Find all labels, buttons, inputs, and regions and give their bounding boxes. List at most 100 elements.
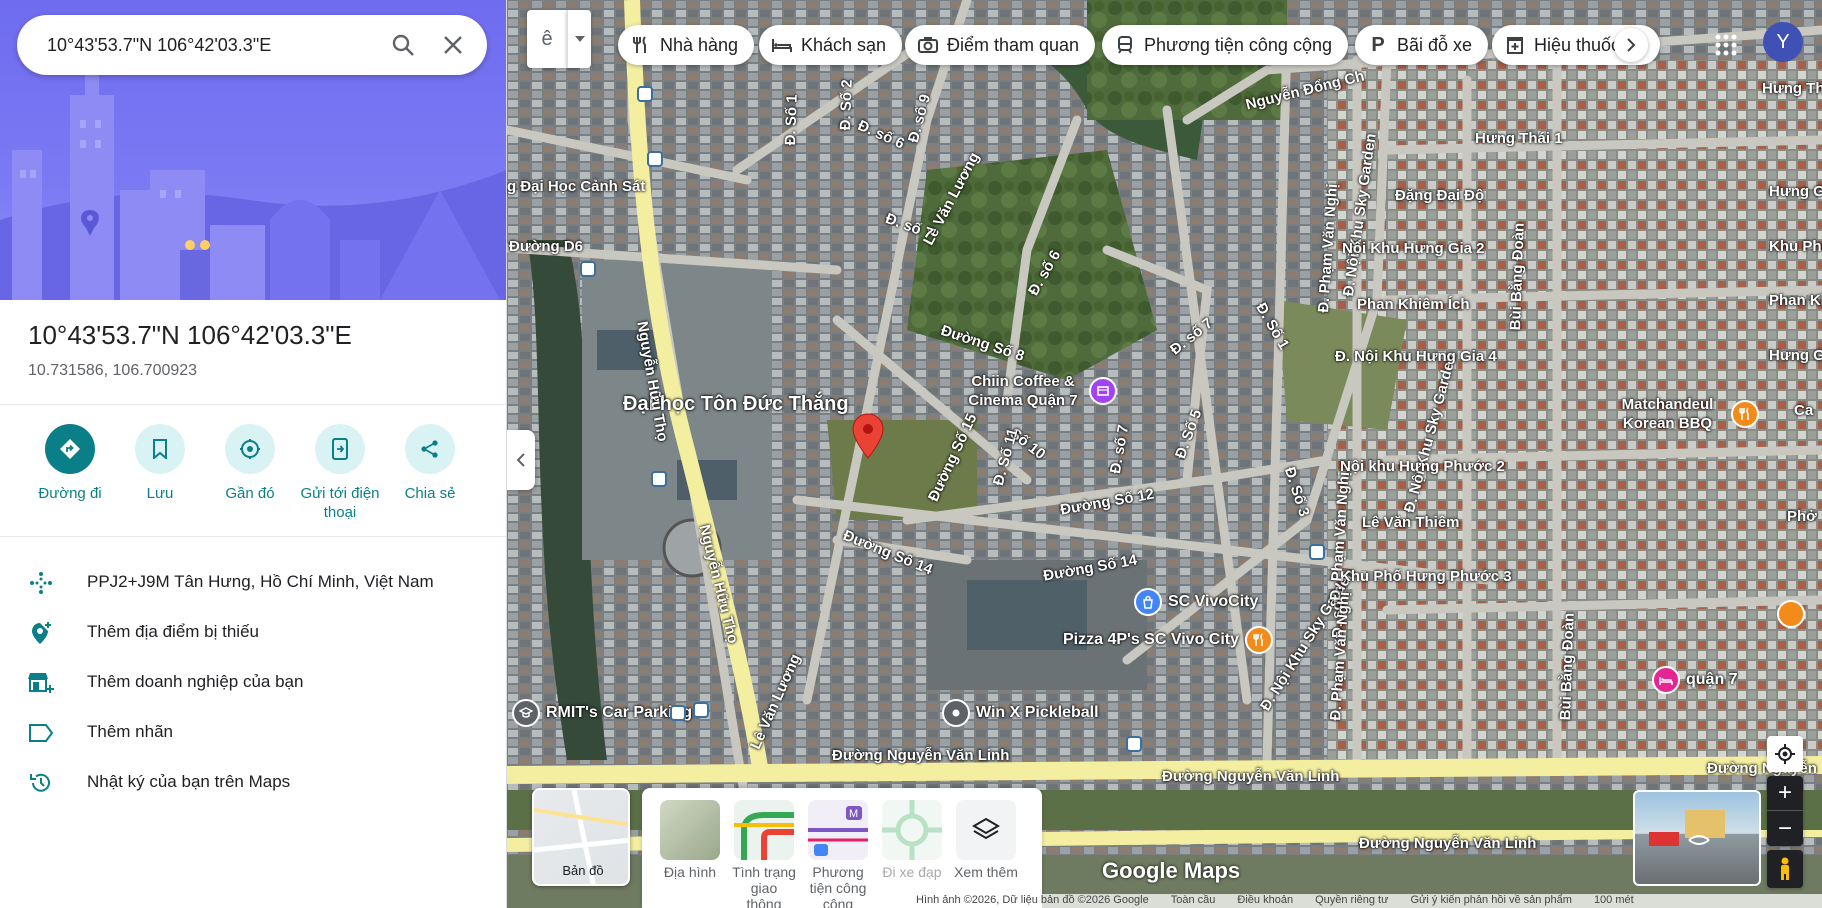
map-label-nvl-3: Đường Nguyễn Văn Linh — [1359, 835, 1537, 852]
rotate-360-icon — [1688, 835, 1710, 845]
map-label-phan-kh-edge: Phan Kh — [1769, 292, 1822, 309]
add-business-row[interactable]: Thêm doanh nghiệp của bạn — [0, 657, 506, 707]
send-to-phone-button[interactable]: Gửi tới điện thoại — [295, 424, 385, 522]
layer-biking[interactable]: Đi xe đạp — [880, 800, 944, 880]
poi-win-x-pickleball[interactable]: Win X Pickleball — [942, 699, 1099, 727]
my-location-button[interactable] — [1767, 736, 1803, 772]
chip-transit[interactable]: Phương tiện công cộng — [1102, 25, 1348, 65]
history-icon — [28, 770, 54, 796]
input-tools-dropdown[interactable] — [567, 10, 591, 68]
layer-more[interactable]: Xem thêm — [954, 800, 1018, 880]
street-view-thumbnail[interactable] — [1633, 790, 1761, 886]
map-label-so-2: Đ. Số 2 — [837, 79, 856, 131]
pegman-icon — [1781, 857, 1789, 880]
layer-terrain[interactable]: Địa hình — [658, 800, 722, 880]
footer-feedback-link[interactable]: Gửi ý kiến phản hồi về sản phẩm — [1410, 894, 1571, 908]
label-icon — [28, 720, 54, 746]
map-label-so-1b: Đ. Số 1 — [782, 94, 801, 146]
search-icon — [392, 34, 414, 56]
bus-stop-icon[interactable] — [1126, 736, 1142, 752]
map-footer: Hình ảnh ©2026, Dữ liệu bản đồ ©2026 Goo… — [912, 894, 1822, 908]
terrain-icon — [660, 800, 720, 860]
bus-stop-icon[interactable] — [637, 86, 653, 102]
map-label-phan-khiem-ich: Phan Khiêm Ích — [1357, 296, 1470, 313]
zoom-controls: + − — [1767, 776, 1803, 846]
share-button[interactable]: Chia sẻ — [385, 424, 475, 503]
footer-privacy-link[interactable]: Quyền riêng tư — [1315, 894, 1388, 908]
poi-sc-vivocity[interactable]: SC VivoCity — [1134, 588, 1258, 616]
chevron-down-icon — [574, 36, 585, 42]
bus-stop-icon[interactable] — [670, 705, 686, 721]
pegman-button[interactable] — [1767, 850, 1803, 888]
layer-transit[interactable]: M Phương tiện công cộng — [806, 800, 870, 908]
cafe-poi-edge[interactable] — [1777, 600, 1805, 628]
save-button[interactable]: Lưu — [115, 424, 205, 503]
map-canvas[interactable]: Đại học Tôn Đức Thắng g Đại Học Cảnh Sát… — [507, 0, 1822, 908]
add-business-icon — [28, 670, 54, 696]
add-label-row[interactable]: Thêm nhãn — [0, 707, 506, 757]
add-missing-place-row[interactable]: Thêm địa điểm bị thiếu — [0, 607, 506, 657]
bus-stop-icon[interactable] — [1309, 544, 1325, 560]
plus-code-icon — [28, 570, 54, 596]
chevron-left-icon — [516, 453, 525, 467]
place-icon — [942, 699, 970, 727]
map-label-hung-thai-1: Hưng Thái 1 — [1475, 130, 1563, 147]
chips-scroll-right-button[interactable] — [1614, 28, 1648, 62]
close-button[interactable] — [437, 29, 469, 61]
search-button[interactable] — [387, 29, 419, 61]
basemap-toggle[interactable]: Bản đồ — [532, 788, 630, 886]
apps-grid-icon[interactable] — [1709, 28, 1743, 62]
chip-attractions[interactable]: Điểm tham quan — [905, 25, 1096, 65]
hotel-icon — [771, 34, 793, 56]
nearby-button[interactable]: Gần đó — [205, 424, 295, 503]
chip-restaurants[interactable]: Nhà hàng — [618, 25, 755, 65]
search-input[interactable] — [47, 15, 367, 75]
scale-bar[interactable]: 100 mét — [1594, 894, 1634, 908]
poi-pizza-4ps[interactable]: Pizza 4P's SC Vivo City — [1063, 626, 1274, 654]
pharmacy-icon — [1504, 34, 1526, 56]
map-label-khu-pho-edge: Khu Phố — [1769, 238, 1822, 255]
directions-button[interactable]: Đường đi — [25, 424, 115, 503]
bus-stop-icon[interactable] — [693, 702, 709, 718]
divider — [0, 536, 506, 537]
chip-hotels[interactable]: Khách sạn — [759, 25, 903, 65]
place-title: 10°43'53.7"N 106°42'03.3"E — [28, 320, 352, 350]
bus-stop-icon[interactable] — [647, 151, 663, 167]
footer-global-link[interactable]: Toàn cầu — [1171, 894, 1216, 908]
dropped-pin-icon[interactable] — [852, 413, 884, 464]
restaurant-icon — [1245, 626, 1274, 654]
zoom-out-button[interactable]: − — [1767, 811, 1803, 846]
poi-rmit-car-parking[interactable]: RMIT's Car Parking — [512, 699, 692, 727]
map-label-ca-edge: Ca — [1794, 402, 1814, 419]
poi-matchandeul[interactable]: Matchandeul Korean BBQ — [1610, 395, 1759, 433]
parking-icon: P — [1371, 33, 1385, 56]
zoom-in-button[interactable]: + — [1767, 776, 1803, 811]
map-label-hung-gia-4: Đ. Nội Khu Hưng Gia 4 — [1335, 348, 1497, 365]
traffic-icon — [734, 800, 794, 860]
bus-stop-icon[interactable] — [580, 261, 596, 277]
input-tools-button[interactable]: ê — [527, 10, 567, 68]
collapse-panel-button[interactable] — [507, 430, 535, 490]
bus-stop-icon[interactable] — [651, 471, 667, 487]
map-label-le-van-thiem: Lê Văn Thiêm — [1362, 514, 1460, 531]
poi-chiin-coffee[interactable]: Chiin Coffee & Cinema Quận 7 — [963, 372, 1117, 410]
map-label-d6: Đường D6 — [509, 238, 584, 255]
account-avatar[interactable]: Y — [1763, 22, 1803, 62]
layer-traffic[interactable]: Tình trạng giao thông — [732, 800, 796, 908]
chevron-right-icon — [1627, 38, 1636, 52]
google-maps-logo: Google Maps — [1102, 858, 1241, 883]
map-label-hung-gia-2: Nội Khu Hưng Gia 2 — [1342, 240, 1485, 257]
maps-history-row[interactable]: Nhật ký của bạn trên Maps — [0, 757, 506, 807]
map-label-hung-phuoc-3: Khu Phố Hưng Phước 3 — [1340, 568, 1512, 585]
map-label-hung-thai: Hưng Thái — [1762, 80, 1822, 97]
footer-terms-link[interactable]: Điều khoản — [1237, 894, 1293, 908]
poi-quan-7[interactable]: quận 7 — [1652, 666, 1738, 694]
chip-parking[interactable]: P Bãi đỗ xe — [1355, 25, 1489, 65]
map-label-nvl-1: Đường Nguyễn Văn Linh — [832, 747, 1010, 764]
map-label-hung-phuoc-2: Nội khu Hưng Phước 2 — [1340, 458, 1505, 475]
map-label-dang-dai-do: Đặng Đại Độ — [1395, 187, 1485, 204]
plus-code-row[interactable]: PPJ2+J9M Tân Hưng, Hồ Chí Minh, Việt Nam — [0, 557, 506, 607]
svg-text:M: M — [849, 808, 858, 820]
layers-icon — [956, 800, 1016, 860]
layers-panel: Địa hình Tình trạng giao thông M Phương … — [642, 788, 1042, 908]
